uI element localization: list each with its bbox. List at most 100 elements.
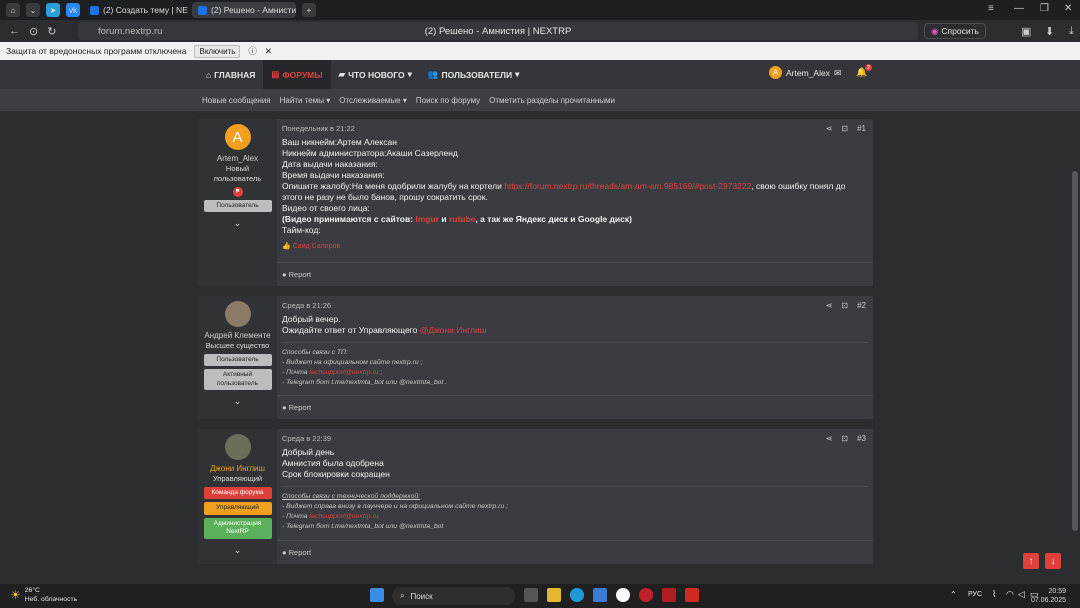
back-icon[interactable]: ← bbox=[9, 25, 20, 37]
post-3: Джони Инглиш Управляющий Команда форума … bbox=[198, 429, 873, 564]
author-name[interactable]: Андрей Клементе bbox=[204, 331, 270, 340]
post-number[interactable]: #1 bbox=[857, 124, 866, 133]
new-tab-icon[interactable]: + bbox=[302, 3, 316, 17]
clock[interactable]: 20:59 07.06.2025 bbox=[1031, 587, 1066, 605]
store-icon[interactable] bbox=[593, 588, 607, 602]
url-field[interactable]: forum.nextrp.ru (2) Решено - Амнистия | … bbox=[78, 22, 918, 40]
nav-forums[interactable]: ▤ ФОРУМЫ bbox=[263, 60, 331, 89]
subnav-find-threads[interactable]: Найти темы ▾ bbox=[280, 96, 331, 105]
share-icon[interactable]: ⋖ bbox=[826, 434, 833, 443]
wifi-icon[interactable]: ◠ bbox=[1006, 589, 1014, 600]
scroll-up-button[interactable]: ↑ bbox=[1023, 553, 1039, 569]
imgur-link[interactable]: Imgur bbox=[415, 214, 439, 224]
chevron-down-icon[interactable]: ⌄ bbox=[234, 218, 242, 229]
author-role: Новый пользователь bbox=[213, 164, 262, 183]
scrollbar-thumb[interactable] bbox=[1072, 171, 1078, 531]
avatar[interactable]: A bbox=[224, 124, 251, 150]
minimize-icon[interactable]: — bbox=[1014, 3, 1024, 14]
share-icon[interactable]: ⋖ bbox=[826, 124, 833, 133]
account-name: Artem_Alex bbox=[786, 67, 830, 78]
download-icon[interactable]: ⤓ bbox=[1069, 25, 1074, 38]
post-content: Добрый вечер. Ожидайте ответ от Управляю… bbox=[282, 314, 487, 335]
report-link[interactable]: ● Report bbox=[282, 270, 311, 279]
rutube-link[interactable]: rutube bbox=[449, 214, 475, 224]
chevron-down-icon[interactable]: ⌄ bbox=[234, 396, 242, 407]
vk-tab-icon[interactable]: vk bbox=[66, 3, 80, 17]
post-author: A Artem_Alex Новый пользователь ⚑ Пользо… bbox=[198, 119, 277, 286]
subnav-watched[interactable]: Отслеживаемые ▾ bbox=[339, 96, 407, 105]
scrollbar[interactable] bbox=[1070, 111, 1080, 584]
email-link[interactable]: techsupport@nextrp.ru bbox=[309, 513, 378, 520]
close-window-icon[interactable]: ✕ bbox=[1064, 3, 1072, 14]
account-menu[interactable]: A Artem_Alex bbox=[769, 66, 830, 79]
post-number[interactable]: #2 bbox=[857, 301, 866, 310]
start-icon[interactable] bbox=[370, 588, 384, 602]
collections-icon[interactable]: ▣ bbox=[1021, 25, 1031, 38]
bookmark-icon[interactable]: ⊡ bbox=[841, 301, 848, 310]
tab-amnesty[interactable]: (2) Решено - Амнистия | NEXTRP✕ bbox=[192, 2, 296, 18]
security-notice: Защита от вредоносных программ отключена… bbox=[0, 42, 1080, 60]
subnav-mark-read[interactable]: Отметить разделы прочитанными bbox=[489, 96, 615, 105]
mention-link[interactable]: @Джони Инглиш bbox=[420, 325, 487, 335]
subnav-new-posts[interactable]: Новые сообщения bbox=[202, 96, 271, 105]
nextrp-favicon bbox=[198, 5, 207, 15]
tab-create-topic[interactable]: (2) Создать тему | NEXTRP bbox=[84, 2, 188, 18]
shield-icon[interactable]: ⊙ bbox=[29, 25, 38, 38]
report-link[interactable]: ● Report bbox=[282, 548, 311, 557]
ask-button[interactable]: ◉ Спросить bbox=[924, 23, 986, 39]
yandex-browser-icon[interactable] bbox=[616, 588, 630, 602]
maximize-icon[interactable]: ❐ bbox=[1040, 3, 1049, 14]
post-content: Добрый день Амнистия была одобрена Срок … bbox=[282, 447, 390, 479]
share-icon[interactable]: ⋖ bbox=[826, 301, 833, 310]
ask-icon: ◉ bbox=[931, 25, 939, 36]
file-explorer-icon[interactable] bbox=[547, 588, 561, 602]
complaint-link[interactable]: https://forum.nextrp.ru/threads/am-am-am… bbox=[504, 181, 751, 191]
avatar[interactable] bbox=[224, 301, 251, 327]
author-name[interactable]: Artem_Alex bbox=[217, 154, 258, 163]
search-icon: ⌕ bbox=[400, 591, 405, 600]
post-date[interactable]: Среда в 22:39 bbox=[282, 434, 331, 443]
edge-icon[interactable] bbox=[570, 588, 584, 602]
avatar[interactable] bbox=[224, 434, 251, 460]
telegram-tab-icon[interactable]: ➤ bbox=[46, 3, 60, 17]
report-link[interactable]: ● Report bbox=[282, 403, 311, 412]
close-notice-icon[interactable]: ✕ bbox=[265, 46, 272, 57]
enable-button[interactable]: Включить bbox=[194, 44, 241, 58]
volume-icon[interactable]: ◁ bbox=[1018, 589, 1025, 600]
game-app-icon[interactable] bbox=[639, 588, 653, 602]
language-indicator[interactable]: РУС bbox=[968, 591, 982, 598]
app-icon[interactable] bbox=[685, 588, 699, 602]
nav-home[interactable]: ⌂ ГЛАВНАЯ bbox=[198, 60, 263, 89]
nav-users[interactable]: 👥 ПОЛЬЗОВАТЕЛИ ▾ bbox=[420, 60, 527, 89]
subnav-search-forum[interactable]: Поиск по форуму bbox=[416, 96, 480, 105]
post-date[interactable]: Среда в 21:26 bbox=[282, 301, 331, 310]
scroll-down-button[interactable]: ↓ bbox=[1045, 553, 1061, 569]
bookmark-icon[interactable]: ⊡ bbox=[841, 434, 848, 443]
network-icon[interactable]: ⌇ bbox=[992, 589, 996, 600]
browser-menu-icon[interactable]: ⌂ bbox=[6, 3, 20, 17]
bookmark-icon[interactable]: ⊡ bbox=[841, 124, 848, 133]
reaction-bar[interactable]: 👍 Саид Салиров bbox=[282, 242, 868, 250]
author-name[interactable]: Джони Инглиш bbox=[210, 464, 265, 473]
inbox-icon[interactable]: ✉ bbox=[834, 68, 842, 79]
post-number[interactable]: #3 bbox=[857, 434, 866, 443]
app-icon[interactable] bbox=[662, 588, 676, 602]
task-view-icon[interactable] bbox=[524, 588, 538, 602]
user-avatar: A bbox=[769, 66, 782, 79]
badge-active-user: Активный пользователь bbox=[203, 369, 272, 391]
tray-chevron-icon[interactable]: ⌃ bbox=[950, 590, 957, 599]
tabs-dropdown-icon[interactable]: ⌄ bbox=[26, 3, 40, 17]
post-2: Андрей Клементе Высшее существо Пользова… bbox=[198, 296, 873, 419]
extension-icon[interactable]: ⬇ bbox=[1045, 25, 1054, 38]
taskbar-search[interactable]: ⌕ Поиск bbox=[392, 587, 515, 605]
reload-icon[interactable]: ↻ bbox=[47, 25, 56, 38]
nav-whats-new[interactable]: ▰ ЧТО НОВОГО ▾ bbox=[331, 60, 420, 89]
email-link[interactable]: techsupport@nextrp.ru bbox=[309, 369, 378, 376]
post-footer: ● Report bbox=[277, 395, 873, 419]
chevron-down-icon[interactable]: ⌄ bbox=[234, 545, 242, 556]
help-icon[interactable]: ⓘ bbox=[248, 45, 257, 57]
weather-widget[interactable]: ☀ 26°C Неб. облачность bbox=[10, 587, 77, 604]
post-content: Ваш никнейм:Артем Алексан Никнейм админи… bbox=[282, 137, 868, 236]
post-date[interactable]: Понедельник в 21:22 bbox=[282, 124, 355, 133]
menu-icon[interactable]: ≡ bbox=[988, 3, 994, 14]
